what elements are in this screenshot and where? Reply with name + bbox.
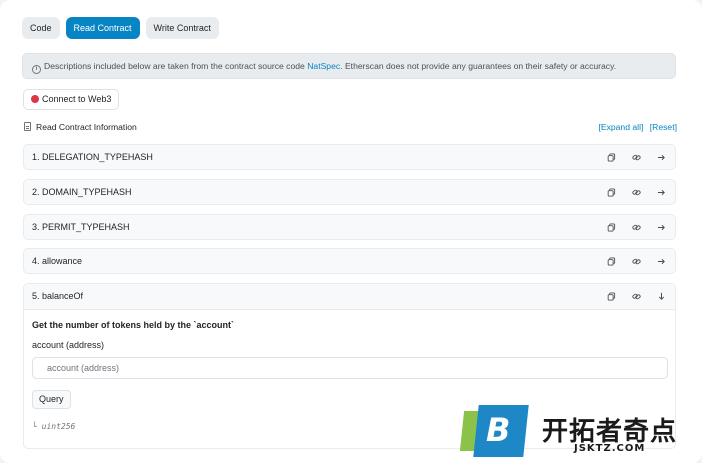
connect-web3-button[interactable]: Connect to Web3 <box>23 89 120 110</box>
link-icon[interactable] <box>630 222 642 234</box>
function-description: Get the number of tokens held by the `ac… <box>32 320 235 330</box>
status-dot-icon <box>31 95 39 103</box>
read-info-title: Read Contract Information <box>36 122 137 132</box>
arrow-down-icon[interactable] <box>655 291 667 303</box>
link-icon[interactable] <box>630 291 642 303</box>
function-row[interactable]: 1. DELEGATION_TYPEHASH <box>23 144 676 170</box>
copy-icon[interactable] <box>605 222 617 234</box>
notice-text-before: Descriptions included below are taken fr… <box>44 61 308 71</box>
tab-write-contract[interactable]: Write Contract <box>145 17 219 39</box>
read-contract-info-row: Read Contract Information [Expand all] [… <box>24 121 677 133</box>
function-title: 4. allowance <box>32 256 83 266</box>
param-label: account (address) <box>32 340 105 350</box>
contract-tabs: Code Read Contract Write Contract <box>22 17 219 39</box>
link-icon[interactable] <box>630 187 642 199</box>
copy-icon[interactable] <box>605 291 617 303</box>
logo-mark-icon: B <box>459 405 529 458</box>
query-button[interactable]: Query <box>32 390 71 409</box>
copy-icon[interactable] <box>605 152 617 164</box>
natspec-notice: i Descriptions included below are taken f… <box>22 53 676 79</box>
function-title: 2. DOMAIN_TYPEHASH <box>32 187 132 197</box>
info-icon: i <box>32 65 41 74</box>
return-type: └ uint256 <box>32 422 76 431</box>
logo-domain-text: JSKTZ.COM <box>574 443 646 454</box>
arrow-right-icon[interactable] <box>655 187 667 199</box>
function-title: 1. DELEGATION_TYPEHASH <box>32 152 153 162</box>
reset-link[interactable]: [Reset] <box>650 122 677 132</box>
tab-code[interactable]: Code <box>22 17 60 39</box>
tab-read-contract[interactable]: Read Contract <box>65 17 140 39</box>
function-title: 5. balanceOf <box>32 291 84 301</box>
arrow-right-icon[interactable] <box>655 222 667 234</box>
expand-all-link[interactable]: [Expand all] <box>598 122 643 132</box>
function-row[interactable]: 2. DOMAIN_TYPEHASH <box>23 179 676 205</box>
function-row-expanded[interactable]: 5. balanceOf <box>24 284 675 310</box>
notice-text-after: . Etherscan does not provide any guarant… <box>340 61 617 71</box>
document-icon <box>24 122 31 131</box>
copy-icon[interactable] <box>605 187 617 199</box>
connect-label: Connect to Web3 <box>42 94 112 104</box>
arrow-right-icon[interactable] <box>655 152 667 164</box>
function-row[interactable]: 3. PERMIT_TYPEHASH <box>23 214 676 240</box>
natspec-link[interactable]: NatSpec <box>307 61 340 71</box>
arrow-right-icon[interactable] <box>655 256 667 268</box>
contract-panel: Code Read Contract Write Contract i Descr… <box>0 0 702 463</box>
function-title: 3. PERMIT_TYPEHASH <box>32 222 130 232</box>
link-icon[interactable] <box>630 152 642 164</box>
account-address-input[interactable] <box>32 357 668 379</box>
function-row[interactable]: 4. allowance <box>23 248 676 274</box>
link-icon[interactable] <box>630 256 642 268</box>
copy-icon[interactable] <box>605 256 617 268</box>
logo-letter: B <box>486 411 511 449</box>
watermark-logo: B 开拓者奇点 JSKTZ.COM <box>459 405 702 463</box>
